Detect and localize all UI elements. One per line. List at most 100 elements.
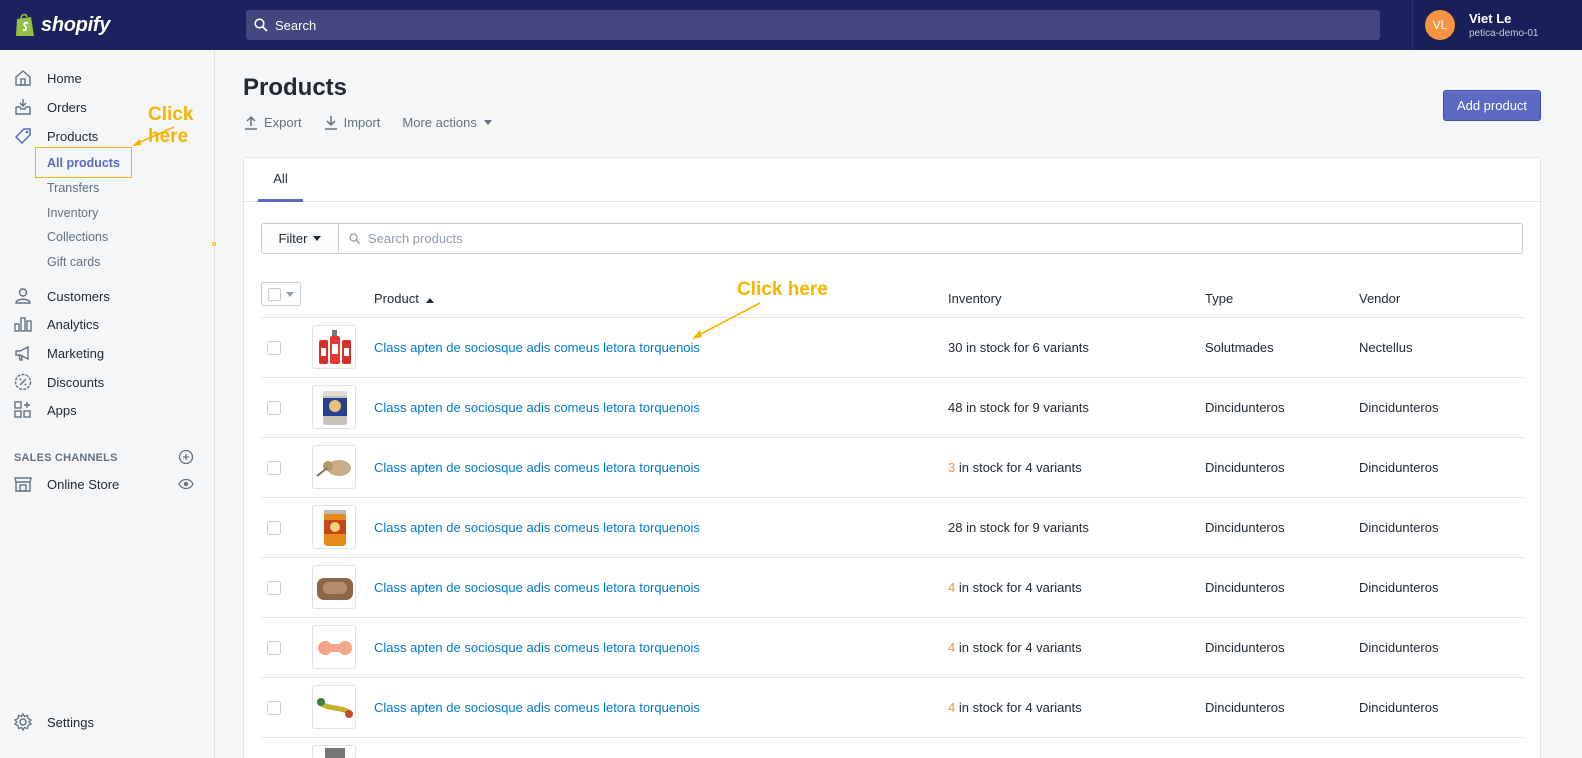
sidebar-item-label: Apps (47, 402, 77, 418)
row-checkbox[interactable] (267, 581, 281, 595)
inventory-cell: 3 in stock for 4 variants (948, 460, 1082, 475)
column-vendor[interactable]: Vendor (1359, 291, 1400, 306)
inventory-text: in stock for 6 variants (962, 340, 1089, 355)
sidebar-item-label: Discounts (47, 374, 105, 390)
inventory-text: in stock for 4 variants (955, 700, 1082, 715)
product-thumbnail[interactable] (312, 625, 356, 669)
filter-button[interactable]: Filter (262, 224, 339, 253)
select-all-checkbox[interactable] (261, 282, 301, 306)
type-cell: Dincidunteros (1205, 520, 1285, 535)
inventory-cell: 30 in stock for 6 variants (948, 340, 1089, 355)
type-cell: Dincidunteros (1205, 640, 1285, 655)
product-thumbnail[interactable] (312, 325, 356, 369)
sidebar-item-apps[interactable]: Apps (0, 397, 215, 423)
table-row[interactable]: Class apten de sociosque adis comeus let… (261, 678, 1525, 738)
tab-bar: All (244, 158, 1540, 202)
eye-icon[interactable] (178, 478, 194, 490)
inventory-count: 30 (948, 340, 963, 355)
more-actions-button[interactable]: More actions (402, 115, 497, 130)
gear-icon (13, 712, 33, 732)
megaphone-icon (15, 345, 29, 361)
table-row[interactable]: Class apten de sociosque adis comeus let… (261, 558, 1525, 618)
avatar: VL (1425, 10, 1455, 40)
sidebar: Home Orders Products All products Transf… (0, 50, 215, 758)
export-button[interactable]: Export (244, 115, 302, 130)
sidebar-item-label: Online Store (47, 476, 120, 492)
vendor-cell: Dincidunteros (1359, 400, 1439, 415)
export-icon (245, 115, 257, 130)
inventory-text: in stock for 4 variants (955, 460, 1082, 475)
inventory-count: 48 (948, 400, 963, 415)
inventory-cell: 4 in stock for 4 variants (948, 700, 1082, 715)
page-title: Products (243, 74, 348, 101)
sidebar-subitem-transfers[interactable]: Transfers (47, 181, 99, 195)
product-thumbnail[interactable] (312, 565, 356, 609)
top-bar: shopify Search VL Viet Le petica-demo-01 (0, 0, 1582, 50)
sidebar-item-settings[interactable]: Settings (0, 709, 215, 735)
row-checkbox[interactable] (267, 461, 281, 475)
apps-icon (14, 401, 31, 418)
sidebar-item-marketing[interactable]: Marketing (0, 340, 215, 366)
sidebar-item-analytics[interactable]: Analytics (0, 311, 215, 337)
product-thumbnail[interactable] (312, 445, 356, 489)
product-thumbnail[interactable] (312, 685, 356, 729)
import-button[interactable]: Import (324, 115, 380, 130)
product-thumbnail[interactable] (312, 385, 356, 429)
row-checkbox[interactable] (267, 401, 281, 415)
product-thumbnail[interactable] (312, 505, 356, 549)
row-checkbox[interactable] (267, 521, 281, 535)
highlight-box (35, 147, 132, 178)
import-icon (324, 116, 337, 130)
caret-down-icon (483, 120, 492, 125)
sidebar-subitem-inventory[interactable]: Inventory (47, 206, 98, 220)
table-row[interactable]: Class apten de sociosque adis comeus let… (261, 498, 1525, 558)
product-name-link[interactable]: Class apten de sociosque adis comeus let… (374, 580, 700, 595)
sidebar-item-discounts[interactable]: Discounts (0, 369, 215, 395)
inventory-cell: 28 in stock for 9 variants (948, 520, 1089, 535)
product-name-link[interactable]: Class apten de sociosque adis comeus let… (374, 400, 700, 415)
table-row[interactable]: Class apten de sociosque adis comeus let… (261, 318, 1525, 378)
add-product-button[interactable]: Add product (1443, 90, 1541, 121)
add-channel-icon[interactable] (178, 449, 194, 465)
inventory-count: 28 (948, 520, 963, 535)
global-search-input[interactable]: Search (246, 10, 1380, 40)
product-name-link[interactable]: Class apten de sociosque adis comeus let… (374, 340, 700, 355)
product-search-input[interactable]: Search products (339, 224, 1522, 253)
caret-down-icon (286, 292, 294, 297)
sidebar-item-label: Settings (47, 714, 94, 730)
product-thumbnail[interactable] (312, 745, 356, 758)
sidebar-item-customers[interactable]: Customers (0, 283, 215, 309)
row-checkbox[interactable] (267, 641, 281, 655)
tab-all[interactable]: All (258, 158, 303, 202)
vendor-cell: Dincidunteros (1359, 460, 1439, 475)
table-row[interactable]: Class apten de sociosque adis comeus let… (261, 378, 1525, 438)
sidebar-item-label: Marketing (47, 345, 105, 361)
annotation-click-here-table: Click here (737, 279, 828, 300)
column-inventory[interactable]: Inventory (948, 291, 1001, 306)
filter-label: Filter (278, 231, 308, 246)
sidebar-item-home[interactable]: Home (0, 65, 215, 91)
column-product[interactable]: Product (374, 291, 435, 306)
product-name-link[interactable]: Class apten de sociosque adis comeus let… (374, 460, 700, 475)
type-cell: Dincidunteros (1205, 400, 1285, 415)
user-menu[interactable]: VL Viet Le petica-demo-01 (1412, 0, 1582, 50)
column-type[interactable]: Type (1205, 291, 1233, 306)
product-name-link[interactable]: Class apten de sociosque adis comeus let… (374, 700, 700, 715)
sidebar-subitem-gift-cards[interactable]: Gift cards (47, 255, 101, 269)
type-cell: Solutmades (1205, 340, 1274, 355)
table-row[interactable]: Class apten de sociosque adis comeus let… (261, 438, 1525, 498)
caret-down-icon (313, 236, 322, 241)
sidebar-item-label: Products (47, 128, 99, 144)
product-name-link[interactable]: Class apten de sociosque adis comeus let… (374, 640, 700, 655)
product-name-link[interactable]: Class apten de sociosque adis comeus let… (374, 520, 700, 535)
row-checkbox[interactable] (267, 341, 281, 355)
sidebar-item-label: Customers (47, 288, 110, 304)
decorative-dot (212, 242, 216, 246)
row-checkbox[interactable] (267, 701, 281, 715)
sidebar-subitem-collections[interactable]: Collections (47, 230, 108, 244)
table-row[interactable] (261, 738, 1525, 758)
home-icon (15, 70, 31, 86)
table-row[interactable]: Class apten de sociosque adis comeus let… (261, 618, 1525, 678)
tag-icon (14, 128, 31, 145)
shopify-logo[interactable]: shopify (0, 0, 215, 50)
